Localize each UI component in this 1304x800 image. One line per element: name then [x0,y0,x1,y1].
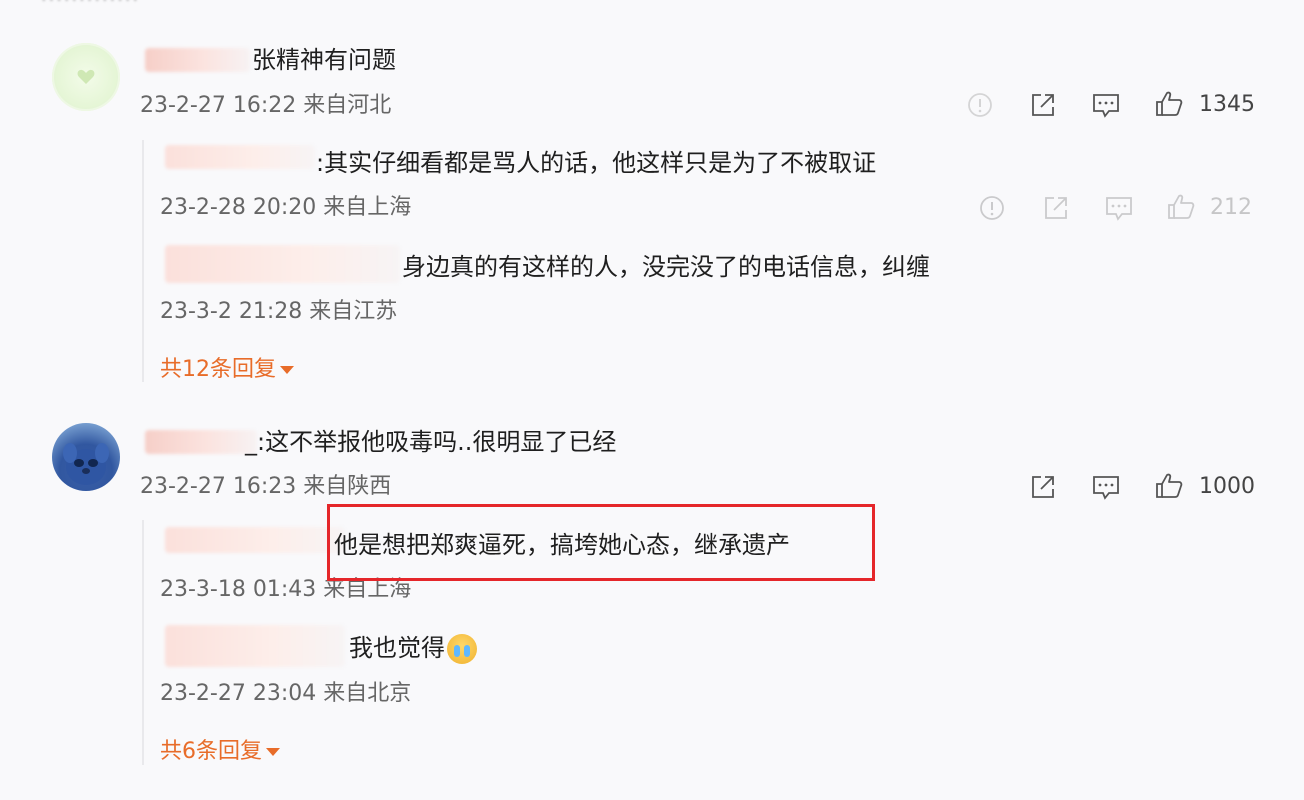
comment-button[interactable] [1091,90,1121,120]
exclamation-circle-icon [968,93,992,117]
reply-meta: 23-2-28 20:20 来自上海 [160,195,412,220]
reply-thread-line [142,520,144,765]
blurred-username[interactable] [165,245,400,283]
reply-text-row: 我也觉得 [349,633,477,664]
cartoon-avatar-icon [63,443,109,485]
comment-text: _:这不举报他吸毒吗..很明显了已经 [245,428,617,456]
comment-text: 张精神有问题 [252,46,396,74]
comment-button[interactable] [1091,472,1121,502]
crying-emoji-icon [447,634,477,664]
share-icon [1045,197,1067,219]
more-replies-button[interactable]: 共6条回复 [160,738,280,766]
comment-meta: 23-2-27 16:22 来自河北 [140,93,392,118]
blurred-username[interactable] [145,430,257,454]
avatar[interactable] [52,423,120,491]
comment-icon [1106,197,1132,221]
caret-down-icon [280,366,294,374]
reply-text: 身边真的有这样的人，没完没了的电话信息，纠缠 [402,253,930,281]
comment-meta: 23-2-27 16:23 来自陕西 [140,474,392,499]
report-button[interactable] [966,90,994,120]
like-count: 1345 [1199,92,1255,117]
blurred-username[interactable] [165,145,315,169]
avatar[interactable] [52,43,120,111]
more-replies-label: 共6条回复 [160,739,262,764]
report-button[interactable] [978,193,1006,223]
exclamation-circle-icon [980,196,1004,220]
like-button[interactable] [1166,192,1196,222]
blurred-username[interactable] [165,625,345,667]
reply-text: 我也觉得 [349,634,445,662]
heart-icon [77,69,95,84]
share-icon [1032,476,1054,498]
share-icon [1032,94,1054,116]
share-button[interactable] [1028,90,1058,120]
reply-meta: 23-3-2 21:28 来自江苏 [160,299,398,324]
like-count: 1000 [1199,474,1255,499]
more-replies-button[interactable]: 共12条回复 [160,356,294,384]
blurred-username[interactable] [165,527,345,553]
reply-text: :其实仔细看都是骂人的话，他这样只是为了不被取证 [316,149,877,177]
caret-down-icon [266,748,280,756]
like-count: 212 [1210,195,1252,220]
share-button[interactable] [1028,472,1058,502]
blurred-username[interactable] [145,48,250,72]
like-button[interactable] [1154,471,1184,501]
comment-feed: ············· 张精神有问题 23-2-27 16:22 来自河北 [0,0,1304,800]
thumbs-up-icon [1156,91,1183,116]
comment-icon [1093,94,1119,118]
thumbs-up-icon [1168,194,1195,219]
reply-thread-line [142,140,144,382]
top-faded-text: ············· [40,0,140,14]
comment-icon [1093,476,1119,500]
like-button[interactable] [1154,89,1184,119]
share-button[interactable] [1041,193,1071,223]
reply-meta: 23-2-27 23:04 来自北京 [160,681,412,706]
thumbs-up-icon [1156,473,1183,498]
more-replies-label: 共12条回复 [160,357,276,382]
comment-button[interactable] [1104,193,1134,223]
highlight-box [327,504,875,581]
